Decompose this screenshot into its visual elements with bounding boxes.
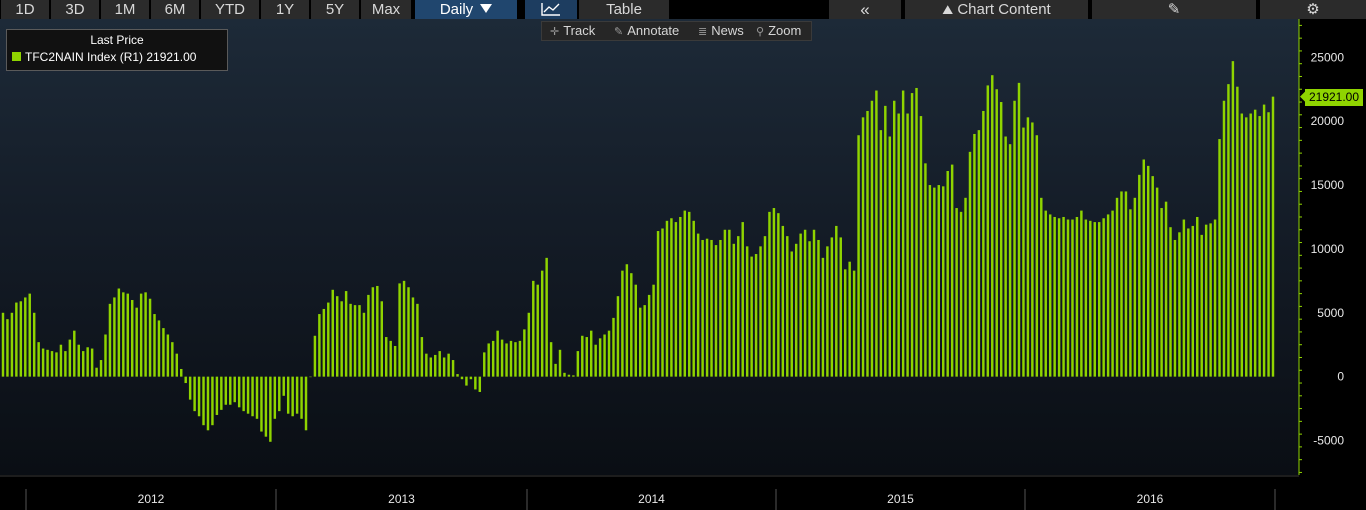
chart-mountain-icon: ⛰ (942, 2, 954, 17)
gear-icon: ⚙ (1306, 1, 1320, 18)
x-tick-label: 2012 (138, 492, 165, 506)
y-tick-label: 15000 (1311, 178, 1345, 192)
news-label: News (711, 23, 744, 38)
annotate-label: Annotate (627, 23, 680, 38)
frequency-dropdown[interactable]: Daily (415, 0, 517, 19)
chart-sub-toolbar: ✛ Track ✎ Annotate ≣ News ⚲ Zoom (541, 21, 812, 41)
legend-swatch (12, 52, 21, 61)
zoom-button[interactable]: ⚲ Zoom (756, 22, 801, 40)
range-5y-button[interactable]: 5Y (311, 0, 359, 19)
x-tick-label: 2013 (388, 492, 415, 506)
chart-legend: Last Price TFC2NAIN Index (R1) 21921.00 (6, 29, 228, 71)
track-label: Track (563, 23, 596, 38)
chart-toolbar: 1D 3D 1M 6M YTD 1Y 5Y Max Daily Table « … (0, 0, 1366, 19)
range-6m-button[interactable]: 6M (151, 0, 199, 19)
chart-content-button[interactable]: ⛰ Chart Content (905, 0, 1088, 19)
collapse-panel-button[interactable]: « (829, 0, 901, 19)
range-ytd-button[interactable]: YTD (201, 0, 259, 19)
crosshair-icon: ✛ (550, 26, 560, 38)
y-tick-label: 0 (1337, 370, 1344, 384)
line-chart-view-button[interactable] (525, 0, 577, 19)
range-3d-button[interactable]: 3D (51, 0, 99, 19)
track-button[interactable]: ✛ Track (550, 22, 595, 40)
range-1d-button[interactable]: 1D (1, 0, 49, 19)
table-view-button[interactable]: Table (579, 0, 669, 19)
annotate-button[interactable]: ✎ Annotate (614, 22, 679, 40)
y-tick-label: 20000 (1311, 114, 1345, 128)
y-tick-label: 5000 (1317, 306, 1344, 320)
x-axis-band (0, 475, 1366, 510)
x-tick-label: 2015 (887, 492, 914, 506)
last-price-tag: 21921.00 (1305, 88, 1363, 106)
edit-button[interactable]: ✎ (1092, 0, 1256, 19)
news-button[interactable]: ≣ News (698, 22, 744, 40)
range-1m-button[interactable]: 1M (101, 0, 149, 19)
x-tick-label: 2016 (1137, 492, 1164, 506)
line-chart-icon (541, 3, 560, 16)
dropdown-caret-icon (480, 4, 493, 13)
news-icon: ≣ (698, 26, 708, 38)
double-chevron-left-icon: « (860, 0, 870, 19)
frequency-label: Daily (439, 1, 474, 18)
settings-button[interactable]: ⚙ (1260, 0, 1366, 19)
plot-area[interactable] (0, 19, 1299, 475)
y-tick-label: -5000 (1313, 434, 1344, 448)
pen-icon: ✎ (614, 26, 624, 38)
legend-series-label: TFC2NAIN Index (R1) 21921.00 (25, 50, 197, 64)
y-tick-label: 10000 (1311, 242, 1345, 256)
magnifier-icon: ⚲ (756, 26, 765, 38)
range-max-button[interactable]: Max (361, 0, 411, 19)
y-tick-label: 25000 (1311, 50, 1345, 64)
range-1y-button[interactable]: 1Y (261, 0, 309, 19)
x-tick-label: 2014 (638, 492, 665, 506)
chart-content-label: Chart Content (957, 1, 1051, 18)
legend-title: Last Price (90, 33, 144, 47)
pencil-icon: ✎ (1167, 1, 1181, 18)
zoom-label: Zoom (768, 23, 802, 38)
